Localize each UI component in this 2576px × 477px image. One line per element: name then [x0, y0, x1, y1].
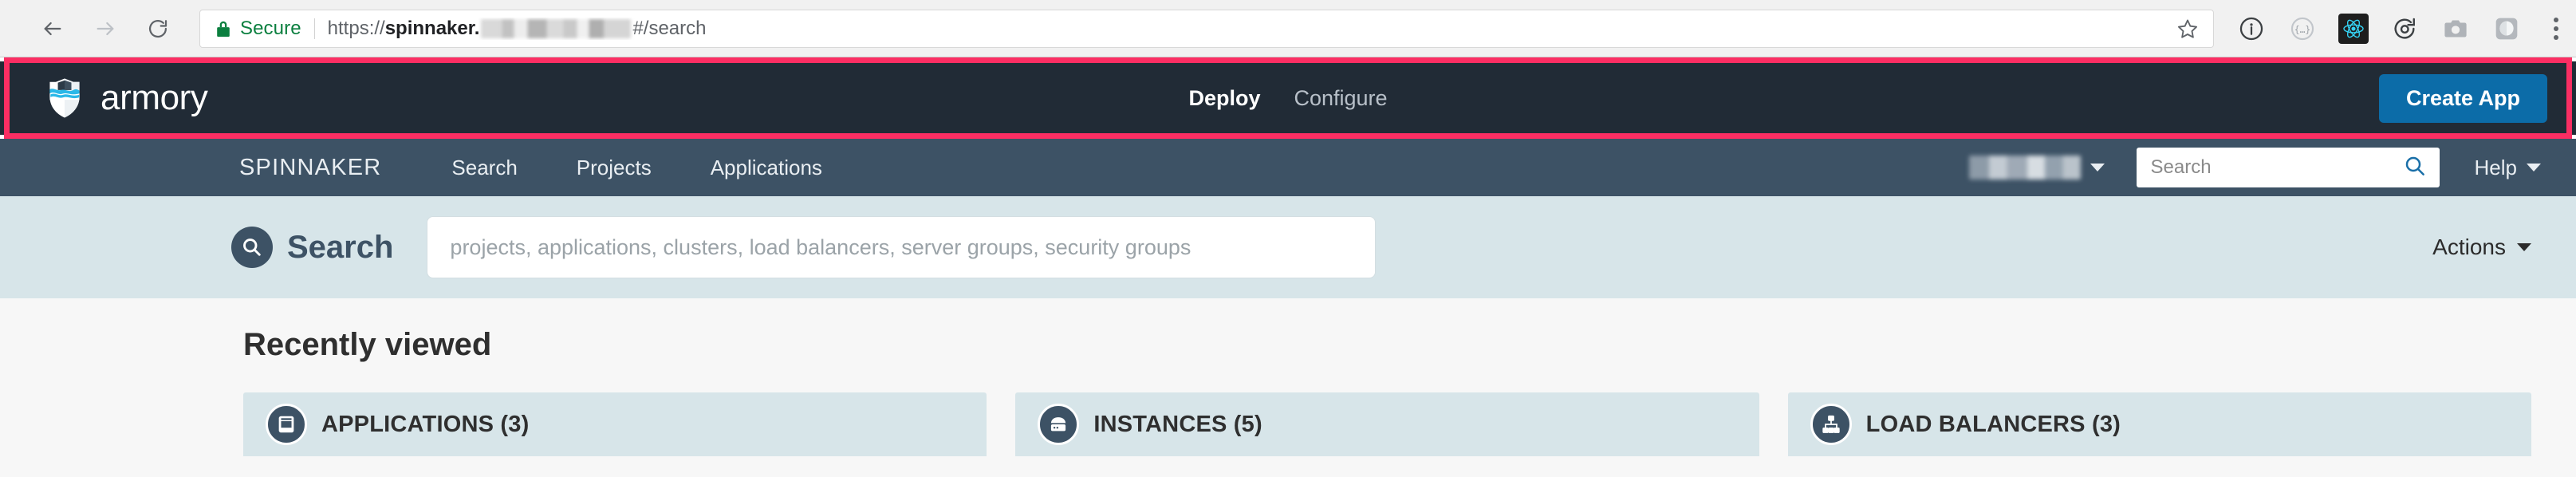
chevron-down-icon [2090, 164, 2105, 171]
armory-nav-configure[interactable]: Configure [1294, 87, 1387, 109]
svg-text:{…}: {…} [2294, 23, 2310, 34]
help-label: Help [2474, 155, 2517, 179]
spinnaker-brand: SPINNAKER [239, 154, 382, 180]
spinnaker-nav-bar: SPINNAKER Search Projects Applications H… [0, 139, 2576, 196]
actions-dropdown[interactable]: Actions [2432, 235, 2531, 260]
search-heading: Search [231, 227, 393, 268]
spinnaker-nav-search[interactable]: Search [451, 156, 517, 180]
recently-viewed-heading: Recently viewed [243, 327, 492, 362]
search-panel: Search Actions [0, 196, 2576, 298]
card-instances[interactable]: INSTANCES (5) [1015, 392, 1759, 456]
lock-icon [215, 19, 232, 38]
browser-toolbar: Secure https://spinnaker. #/search {…} [0, 0, 2576, 57]
applications-icon [266, 404, 307, 445]
omnibox-divider [313, 18, 315, 39]
card-label: INSTANCES (5) [1093, 411, 1262, 437]
actions-label: Actions [2432, 235, 2506, 259]
card-label: LOAD BALANCERS (3) [1865, 411, 2121, 437]
armory-nav-deploy[interactable]: Deploy [1188, 87, 1260, 109]
shield-extension-icon[interactable] [2491, 14, 2522, 44]
bookmark-star-icon[interactable] [2162, 18, 2199, 40]
load-balancers-icon [1810, 404, 1852, 445]
screenshot-camera-icon[interactable] [2440, 14, 2471, 44]
spinnaker-search-box[interactable] [2136, 148, 2440, 187]
react-devtools-icon[interactable] [2338, 13, 2369, 44]
spinnaker-nav-applications[interactable]: Applications [711, 156, 822, 180]
armory-shield-logo-icon [49, 78, 80, 118]
armory-primary-nav: Deploy Configure [1188, 87, 1387, 109]
recently-viewed-cards: APPLICATIONS (3) INSTANCES (5) LOAD BALA… [243, 392, 2531, 456]
card-load-balancers[interactable]: LOAD BALANCERS (3) [1787, 392, 2531, 456]
main-search-input[interactable] [450, 235, 1353, 260]
security-status-label: Secure [240, 17, 301, 39]
armory-brand-name: armory [100, 78, 208, 117]
search-icon [231, 227, 273, 268]
card-label: APPLICATIONS (3) [321, 411, 530, 437]
url-text: https://spinnaker. #/search [328, 18, 707, 40]
browser-nav-buttons [37, 13, 174, 45]
spinnaker-nav-links: Search Projects Applications [451, 156, 822, 180]
browser-extension-icons: {…} [2236, 13, 2558, 44]
forward-icon[interactable] [89, 13, 121, 45]
card-applications[interactable]: APPLICATIONS (3) [243, 392, 987, 456]
armory-brand[interactable]: armory [43, 77, 208, 120]
spinnaker-search-input[interactable] [2150, 156, 2403, 179]
reload-icon[interactable] [142, 13, 174, 45]
armory-header-highlight-region: armory Deploy Configure Create App [0, 57, 2576, 139]
address-bar[interactable]: Secure https://spinnaker. #/search [199, 9, 2214, 48]
spinnaker-nav-right: Help [1968, 148, 2541, 187]
instances-icon [1038, 404, 1080, 445]
user-account-menu[interactable] [1968, 156, 2105, 179]
url-path: #/search [632, 17, 707, 39]
user-name-redacted [1968, 156, 2081, 179]
back-icon[interactable] [37, 13, 69, 45]
help-menu[interactable]: Help [2475, 156, 2541, 180]
main-search-box[interactable] [427, 216, 1377, 278]
info-circle-icon[interactable] [2236, 14, 2267, 44]
results-inner: Recently viewed APPLICATIONS (3) INSTANC… [0, 298, 2576, 456]
camera-refresh-icon[interactable] [2389, 14, 2420, 44]
spinnaker-nav-projects[interactable]: Projects [577, 156, 652, 180]
page-title: Search [287, 230, 394, 265]
url-host: spinnaker. [384, 17, 480, 39]
chevron-down-icon [2527, 164, 2541, 171]
armory-header: armory Deploy Configure Create App [0, 61, 2576, 135]
chevron-down-icon [2517, 243, 2531, 251]
results-area: Recently viewed APPLICATIONS (3) INSTANC… [0, 298, 2576, 477]
braces-circle-icon[interactable]: {…} [2287, 14, 2318, 44]
create-app-button[interactable]: Create App [2378, 73, 2547, 123]
url-redacted-block [481, 18, 632, 38]
search-icon[interactable] [2403, 154, 2427, 182]
url-scheme: https:// [327, 17, 385, 39]
browser-menu-icon[interactable] [2554, 17, 2558, 40]
